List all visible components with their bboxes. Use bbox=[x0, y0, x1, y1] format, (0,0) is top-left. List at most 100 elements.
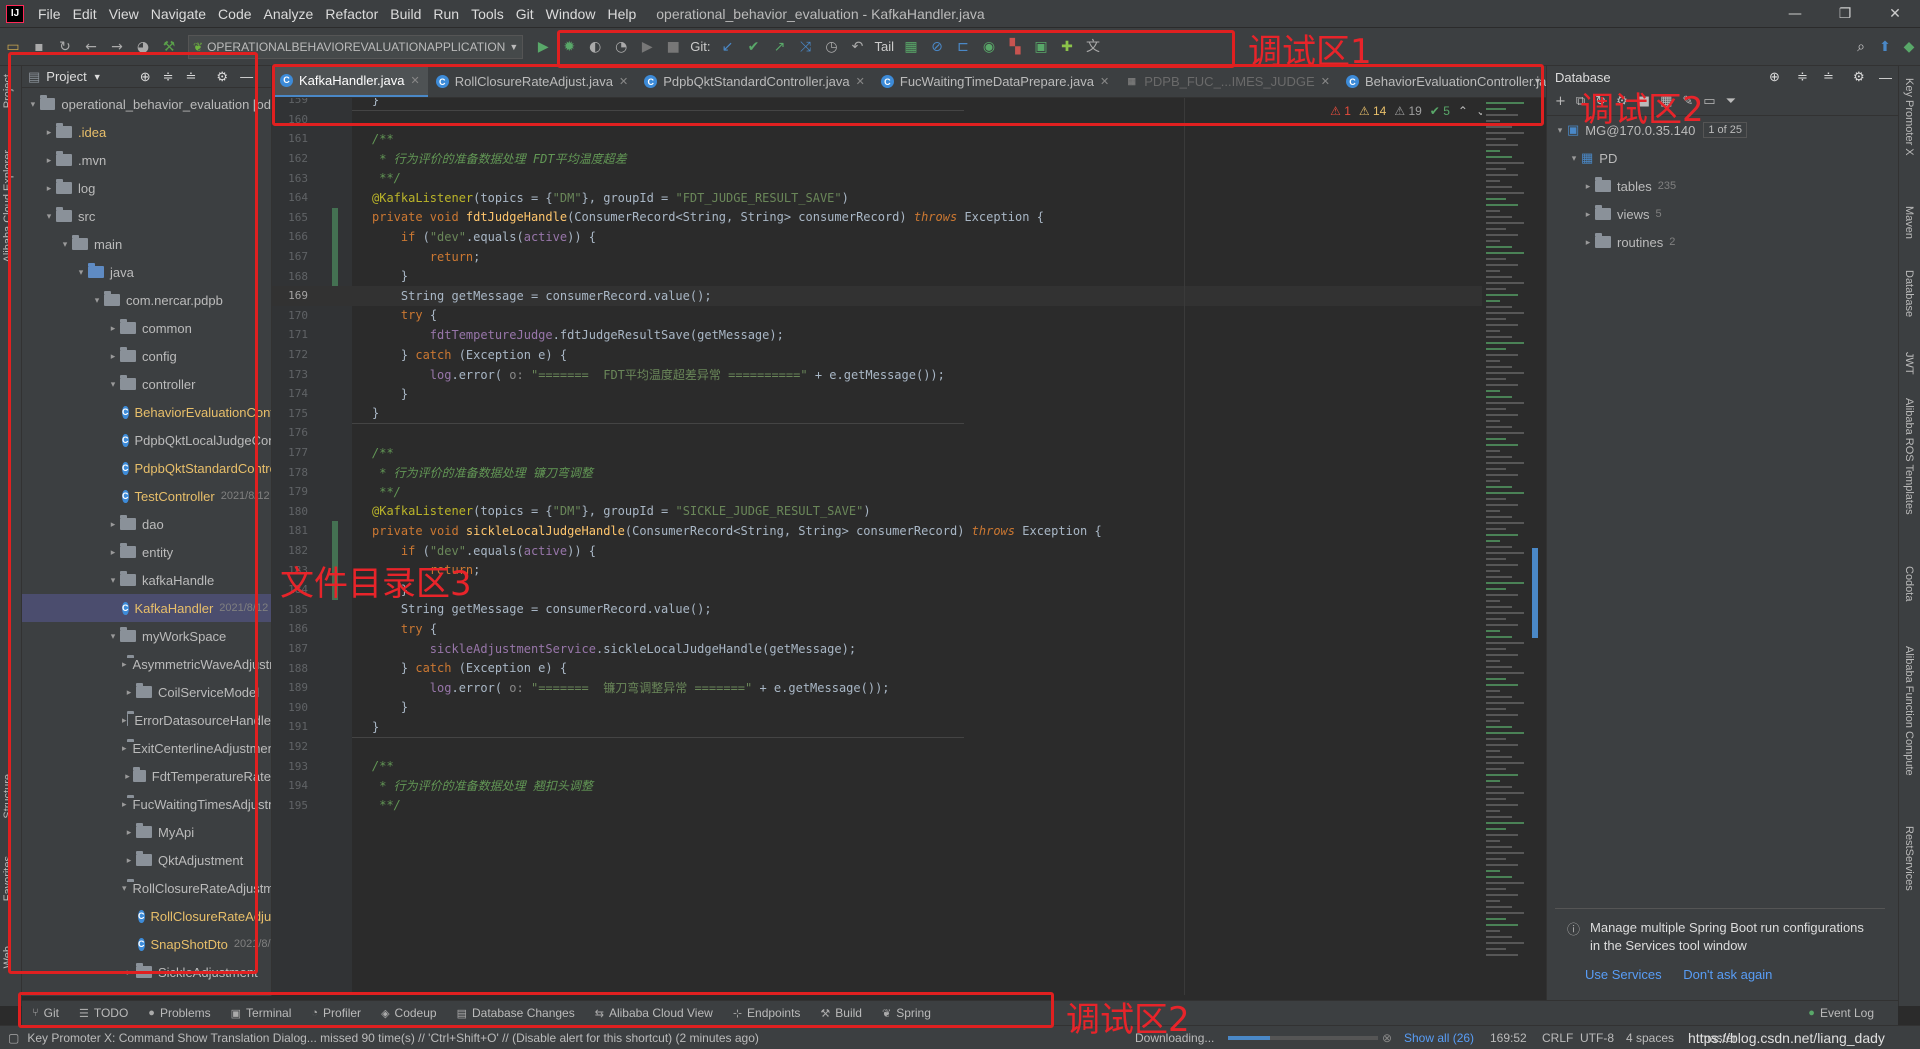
line-number[interactable]: 166 bbox=[272, 230, 308, 243]
code-line[interactable]: 177 /** bbox=[272, 443, 1482, 463]
menu-git[interactable]: Git bbox=[510, 6, 540, 22]
code-line[interactable]: 162 * 行为评价的准备数据处理 FDT平均温度超差 bbox=[272, 149, 1482, 169]
use-services-link[interactable]: Use Services bbox=[1585, 967, 1662, 982]
line-number[interactable]: 178 bbox=[272, 466, 308, 479]
caret-position[interactable]: 169:52 bbox=[1490, 1031, 1527, 1045]
line-number[interactable]: 168 bbox=[272, 270, 308, 283]
add-icon[interactable]: + bbox=[1555, 94, 1566, 109]
strip-key-promoter[interactable]: Key Promoter X bbox=[1903, 78, 1915, 156]
filter-icon[interactable]: ⏷ bbox=[1726, 94, 1736, 109]
menu-edit[interactable]: Edit bbox=[67, 6, 103, 22]
menu-file[interactable]: File bbox=[32, 6, 67, 22]
line-number[interactable]: 191 bbox=[272, 720, 308, 733]
line-number[interactable]: 190 bbox=[272, 701, 308, 714]
code-line[interactable]: 174 } bbox=[272, 384, 1482, 404]
line-number[interactable]: 181 bbox=[272, 524, 308, 537]
menu-help[interactable]: Help bbox=[601, 6, 642, 22]
strip-jwt[interactable]: JWT bbox=[1903, 352, 1915, 375]
line-number[interactable]: 173 bbox=[272, 368, 308, 381]
line-number[interactable]: 176 bbox=[272, 426, 308, 439]
code-line[interactable]: 191} bbox=[272, 717, 1482, 737]
strip-codota[interactable]: Codota bbox=[1903, 566, 1915, 601]
line-ending[interactable]: CRLF bbox=[1542, 1031, 1573, 1045]
menu-window[interactable]: Window bbox=[540, 6, 602, 22]
code-line[interactable]: 173 log.error( o: "======= FDT平均温度超差异常 =… bbox=[272, 364, 1482, 384]
code-line[interactable]: 189 log.error( o: "======= 镰刀弯调整异常 =====… bbox=[272, 678, 1482, 698]
menu-view[interactable]: View bbox=[103, 6, 145, 22]
line-number[interactable]: 175 bbox=[272, 407, 308, 420]
menu-refactor[interactable]: Refactor bbox=[319, 6, 384, 22]
code-line[interactable]: 168 } bbox=[272, 266, 1482, 286]
code-line[interactable]: 186 try { bbox=[272, 619, 1482, 639]
file-encoding[interactable]: UTF-8 bbox=[1580, 1031, 1614, 1045]
code-line[interactable]: 167 return; bbox=[272, 247, 1482, 267]
menu-tools[interactable]: Tools bbox=[465, 6, 510, 22]
code-line[interactable]: 194 * 行为评价的准备数据处理 翘扣头调整 bbox=[272, 776, 1482, 796]
cancel-download-icon[interactable]: ⊗ bbox=[1382, 1031, 1392, 1045]
minimize-icon[interactable]: — bbox=[1770, 0, 1820, 28]
strip-maven[interactable]: Maven bbox=[1903, 206, 1915, 239]
hide-icon[interactable]: — bbox=[1879, 70, 1892, 85]
line-number[interactable]: 188 bbox=[272, 662, 308, 675]
menu-run[interactable]: Run bbox=[427, 6, 465, 22]
code-line[interactable]: 190 } bbox=[272, 698, 1482, 718]
line-number[interactable]: 161 bbox=[272, 132, 308, 145]
menu-code[interactable]: Code bbox=[212, 6, 257, 22]
db-item-tables[interactable]: ▸ tables 235 bbox=[1547, 172, 1898, 200]
status-message[interactable]: Key Promoter X: Command Show Translation… bbox=[27, 1031, 759, 1045]
update-icon[interactable]: ⬆ bbox=[1877, 39, 1893, 55]
line-number[interactable]: 170 bbox=[272, 309, 308, 322]
line-number[interactable]: 165 bbox=[272, 211, 308, 224]
code-line[interactable]: 179 **/ bbox=[272, 482, 1482, 502]
line-number[interactable]: 189 bbox=[272, 681, 308, 694]
chevron-right-icon[interactable]: ▸ bbox=[1581, 237, 1595, 248]
line-number[interactable]: 164 bbox=[272, 191, 308, 204]
chevron-right-icon[interactable]: ▸ bbox=[1581, 209, 1595, 220]
line-number[interactable]: 167 bbox=[272, 250, 308, 263]
search-icon[interactable]: ⌕ bbox=[1853, 39, 1869, 55]
line-number[interactable]: 163 bbox=[272, 172, 308, 185]
chevron-right-icon[interactable]: ▸ bbox=[1581, 181, 1595, 192]
ide-features-icon[interactable]: ◆ bbox=[1901, 39, 1917, 55]
code-line[interactable]: 163 **/ bbox=[272, 168, 1482, 188]
line-number[interactable]: 186 bbox=[272, 622, 308, 635]
line-number[interactable]: 172 bbox=[272, 348, 308, 361]
dont-ask-again-link[interactable]: Don't ask again bbox=[1683, 967, 1772, 982]
line-number[interactable]: 195 bbox=[272, 799, 308, 812]
line-number[interactable]: 193 bbox=[272, 760, 308, 773]
line-number[interactable]: 169 bbox=[272, 289, 308, 302]
code-line[interactable]: 176 bbox=[272, 423, 1482, 443]
code-line[interactable]: 170 try { bbox=[272, 306, 1482, 326]
editor-minimap[interactable] bbox=[1482, 98, 1542, 995]
db-item-views[interactable]: ▸ views 5 bbox=[1547, 200, 1898, 228]
strip-ros-templates[interactable]: Alibaba ROS Templates bbox=[1903, 398, 1915, 515]
strip-function-compute[interactable]: Alibaba Function Compute bbox=[1903, 646, 1915, 776]
globe-icon[interactable]: ⊕ bbox=[1769, 69, 1780, 85]
indent-setting[interactable]: 4 spaces bbox=[1626, 1031, 1674, 1045]
db-item-routines[interactable]: ▸ routines 2 bbox=[1547, 228, 1898, 256]
code-line[interactable]: 161 /** bbox=[272, 129, 1482, 149]
event-log-button[interactable]: ● Event Log bbox=[1808, 1006, 1874, 1020]
strip-rest-services[interactable]: RestServices bbox=[1903, 826, 1915, 891]
code-line[interactable]: 169 String getMessage = consumerRecord.v… bbox=[272, 286, 1482, 306]
expand-all-icon[interactable]: ≑ bbox=[1797, 69, 1808, 85]
code-line[interactable]: 192 bbox=[272, 737, 1482, 757]
restore-icon[interactable]: ❐ bbox=[1820, 0, 1870, 28]
gear-icon[interactable]: ⚙ bbox=[1853, 69, 1865, 85]
code-line[interactable]: 175} bbox=[272, 404, 1482, 424]
line-number[interactable]: 177 bbox=[272, 446, 308, 459]
line-number[interactable]: 179 bbox=[272, 485, 308, 498]
db-page-badge[interactable]: 1 of 25 bbox=[1703, 122, 1747, 138]
code-editor[interactable]: 159} 160 161/** 162 * 行为评价的准备数据处理 FDT平均温度超差… bbox=[272, 98, 1546, 995]
collapse-all-icon[interactable]: ≐ bbox=[1823, 69, 1834, 85]
code-line[interactable]: 164 @KafkaListener(topics = {"DM"}, group… bbox=[272, 188, 1482, 208]
code-line[interactable]: 187 sickleAdjustmentService.sickleLocalJ… bbox=[272, 639, 1482, 659]
menu-build[interactable]: Build bbox=[384, 6, 427, 22]
db-schema[interactable]: ▾ ▦ PD bbox=[1547, 144, 1898, 172]
line-number[interactable]: 192 bbox=[272, 740, 308, 753]
line-number[interactable]: 174 bbox=[272, 387, 308, 400]
code-line[interactable]: 180 @KafkaListener(topics = {"DM"}, group… bbox=[272, 502, 1482, 522]
line-number[interactable]: 194 bbox=[272, 779, 308, 792]
code-line[interactable]: 188 } catch (Exception e) { bbox=[272, 658, 1482, 678]
line-number[interactable]: 162 bbox=[272, 152, 308, 165]
